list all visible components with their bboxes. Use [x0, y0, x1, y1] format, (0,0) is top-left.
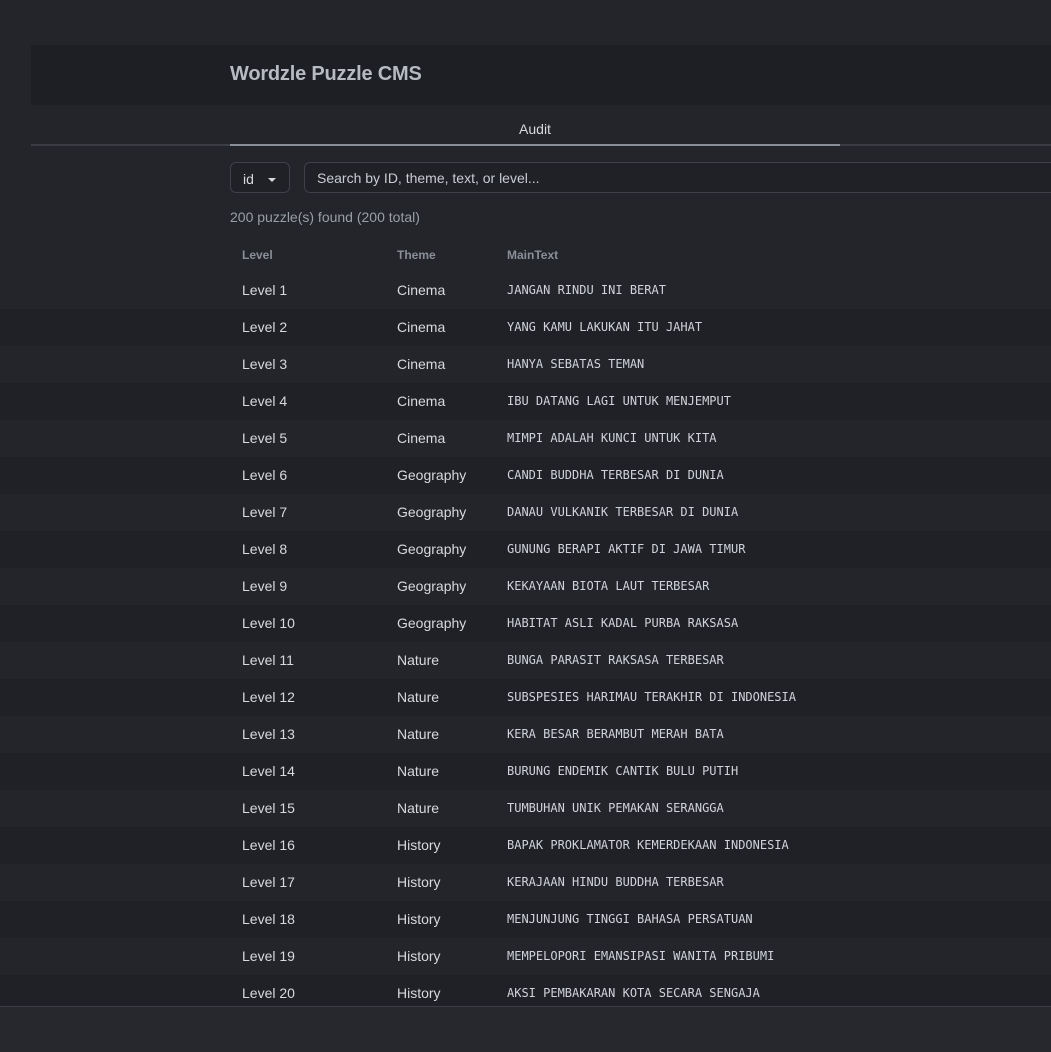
row-maintext: BAPAK PROKLAMATOR KEMERDEKAAN INDONESIA [507, 838, 789, 852]
row-theme: Cinema [397, 282, 446, 298]
row-level: Level 10 [242, 615, 295, 631]
row-theme: Nature [397, 726, 440, 742]
row-maintext: KERA BESAR BERAMBUT MERAH BATA [507, 727, 724, 741]
row-level: Level 12 [242, 689, 295, 705]
row-level: Level 2 [242, 319, 288, 335]
row-theme: History [397, 837, 441, 853]
table-row[interactable]: Level 11 Nature BUNGA PARASIT RAKSASA TERB… [0, 642, 1051, 679]
table-row[interactable]: Level 6 Geography CANDI BUDDHA TERBESAR DI… [0, 457, 1051, 494]
table-row[interactable]: Level 16 History BAPAK PROKLAMATOR KEMERDE… [0, 827, 1051, 864]
row-theme: Geography [397, 541, 467, 557]
table-row[interactable]: Level 14 Nature BURUNG ENDEMIK CANTIK BULU… [0, 753, 1051, 790]
row-maintext: YANG KAMU LAKUKAN ITU JAHAT [507, 320, 703, 334]
table-row[interactable]: Level 10 Geography HABITAT ASLI KADAL PURB… [0, 605, 1051, 642]
field-select-value: id [243, 171, 254, 187]
app-header: Wordzle Puzzle CMS [31, 45, 1051, 105]
row-level: Level 1 [242, 282, 288, 298]
row-level: Level 7 [242, 504, 288, 520]
row-level: Level 17 [242, 874, 295, 890]
row-level: Level 6 [242, 467, 288, 483]
row-maintext: SUBSPESIES HARIMAU TERAKHIR DI INDONESIA [507, 690, 796, 704]
cms-page: Wordzle Puzzle CMS Audit id 200 puzzle(s… [0, 0, 1051, 1052]
row-maintext: BURUNG ENDEMIK CANTIK BULU PUTIH [507, 764, 739, 778]
row-maintext: KERAJAAN HINDU BUDDHA TERBESAR [507, 875, 724, 889]
row-level: Level 19 [242, 948, 295, 964]
row-level: Level 13 [242, 726, 295, 742]
row-level: Level 20 [242, 985, 295, 1001]
row-theme: Nature [397, 763, 440, 779]
field-select[interactable]: id [230, 162, 290, 193]
row-theme: History [397, 911, 441, 927]
row-theme: Cinema [397, 356, 446, 372]
row-maintext: GUNUNG BERAPI AKTIF DI JAWA TIMUR [507, 542, 746, 556]
row-level: Level 14 [242, 763, 295, 779]
table-row[interactable]: Level 20 History AKSI PEMBAKARAN KOTA SECA… [0, 975, 1051, 1006]
row-level: Level 18 [242, 911, 295, 927]
row-maintext: HANYA SEBATAS TEMAN [507, 357, 645, 371]
table-row[interactable]: Level 8 Geography GUNUNG BERAPI AKTIF DI J… [0, 531, 1051, 568]
row-maintext: KEKAYAAN BIOTA LAUT TERBESAR [507, 579, 710, 593]
tab-active-indicator [230, 144, 840, 146]
column-header-level[interactable]: Level [242, 248, 273, 262]
row-theme: Cinema [397, 393, 446, 409]
table-row[interactable]: Level 3 Cinema HANYA SEBATAS TEMAN [0, 346, 1051, 383]
row-theme: Cinema [397, 430, 446, 446]
puzzle-table-body: Level 1 Cinema JANGAN RINDU INI BERAT Level… [0, 272, 1051, 1006]
app-title: Wordzle Puzzle CMS [230, 63, 422, 85]
table-row[interactable]: Level 1 Cinema JANGAN RINDU INI BERAT [0, 272, 1051, 309]
row-level: Level 3 [242, 356, 288, 372]
row-maintext: TUMBUHAN UNIK PEMAKAN SERANGGA [507, 801, 724, 815]
chevron-down-icon [268, 178, 276, 182]
row-maintext: IBU DATANG LAGI UNTUK MENJEMPUT [507, 394, 731, 408]
row-theme: Geography [397, 578, 467, 594]
row-theme: Geography [397, 467, 467, 483]
row-level: Level 9 [242, 578, 288, 594]
table-row[interactable]: Level 13 Nature KERA BESAR BERAMBUT MERAH … [0, 716, 1051, 753]
table-row[interactable]: Level 2 Cinema YANG KAMU LAKUKAN ITU JAHAT [0, 309, 1051, 346]
tab-audit[interactable]: Audit [230, 112, 840, 146]
table-row[interactable]: Level 12 Nature SUBSPESIES HARIMAU TERAKHI… [0, 679, 1051, 716]
row-maintext: JANGAN RINDU INI BERAT [507, 283, 666, 297]
row-level: Level 11 [242, 652, 294, 668]
table-row[interactable]: Level 7 Geography DANAU VULKANIK TERBESAR … [0, 494, 1051, 531]
row-maintext: MENJUNJUNG TINGGI BAHASA PERSATUAN [507, 912, 753, 926]
row-theme: History [397, 874, 441, 890]
footer-bar [0, 1006, 1051, 1052]
row-level: Level 5 [242, 430, 288, 446]
row-level: Level 15 [242, 800, 295, 816]
results-count: 200 puzzle(s) found (200 total) [230, 209, 420, 225]
table-row[interactable]: Level 18 History MENJUNJUNG TINGGI BAHASA … [0, 901, 1051, 938]
search-input[interactable] [304, 162, 1051, 193]
row-theme: Cinema [397, 319, 446, 335]
row-theme: Geography [397, 504, 467, 520]
row-maintext: CANDI BUDDHA TERBESAR DI DUNIA [507, 468, 724, 482]
row-maintext: DANAU VULKANIK TERBESAR DI DUNIA [507, 505, 739, 519]
column-header-theme[interactable]: Theme [397, 248, 436, 262]
row-maintext: HABITAT ASLI KADAL PURBA RAKSASA [507, 616, 739, 630]
row-theme: History [397, 948, 441, 964]
table-row[interactable]: Level 17 History KERAJAAN HINDU BUDDHA TER… [0, 864, 1051, 901]
row-level: Level 16 [242, 837, 295, 853]
table-row[interactable]: Level 9 Geography KEKAYAAN BIOTA LAUT TERB… [0, 568, 1051, 605]
row-maintext: MIMPI ADALAH KUNCI UNTUK KITA [507, 431, 717, 445]
row-theme: Nature [397, 652, 440, 668]
row-theme: History [397, 985, 441, 1001]
table-row[interactable]: Level 5 Cinema MIMPI ADALAH KUNCI UNTUK KI… [0, 420, 1051, 457]
row-maintext: AKSI PEMBAKARAN KOTA SECARA SENGAJA [507, 986, 760, 1000]
row-level: Level 8 [242, 541, 288, 557]
table-row[interactable]: Level 15 Nature TUMBUHAN UNIK PEMAKAN SERA… [0, 790, 1051, 827]
table-header: Level Theme MainText [0, 240, 1051, 270]
table-row[interactable]: Level 4 Cinema IBU DATANG LAGI UNTUK MENJE… [0, 383, 1051, 420]
row-maintext: BUNGA PARASIT RAKSASA TERBESAR [507, 653, 724, 667]
row-theme: Geography [397, 615, 467, 631]
table-row[interactable]: Level 19 History MEMPELOPORI EMANSIPASI WA… [0, 938, 1051, 975]
column-header-maintext[interactable]: MainText [507, 248, 558, 262]
row-theme: Nature [397, 800, 440, 816]
row-level: Level 4 [242, 393, 288, 409]
row-theme: Nature [397, 689, 440, 705]
row-maintext: MEMPELOPORI EMANSIPASI WANITA PRIBUMI [507, 949, 775, 963]
